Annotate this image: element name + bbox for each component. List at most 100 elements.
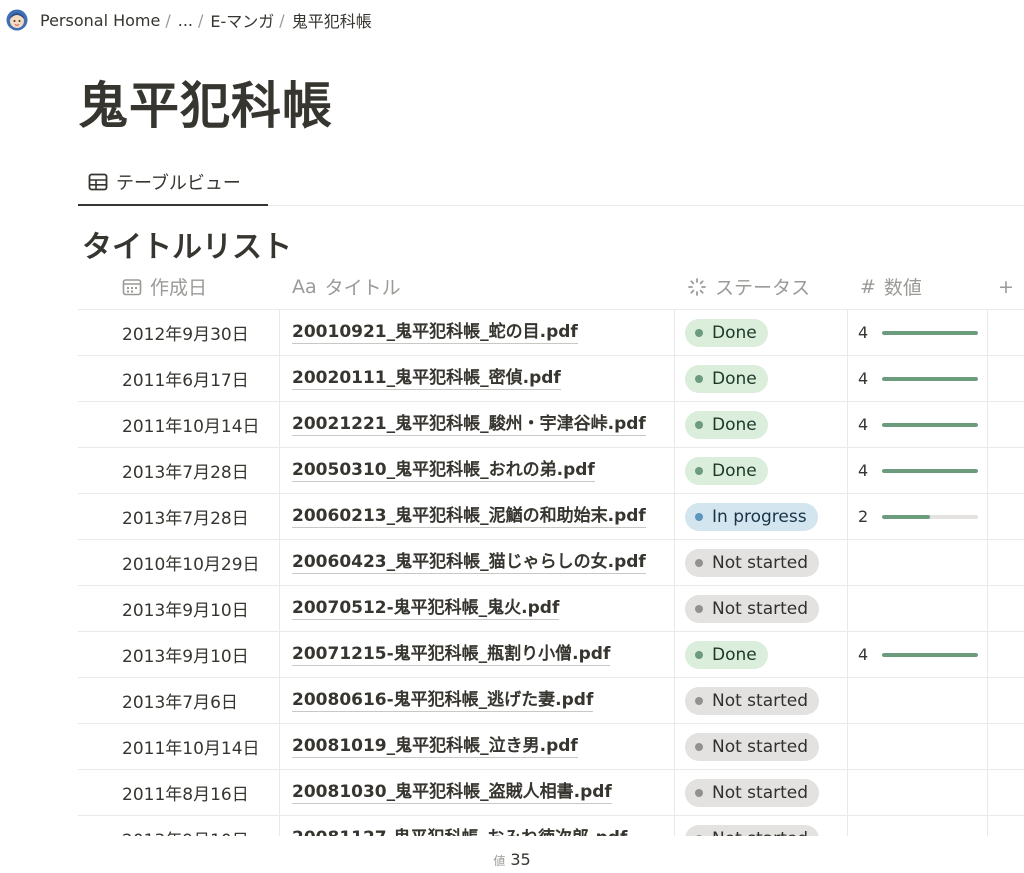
calculation-value: 35: [510, 850, 531, 869]
status-badge[interactable]: Done: [685, 364, 768, 393]
cell-status[interactable]: Not started: [675, 585, 848, 632]
table-row[interactable]: 2013年7月28日 20050310_鬼平犯科帳_おれの弟.pdf Done 4: [78, 447, 1024, 494]
cell-title[interactable]: 20080616-鬼平犯科帳_逃げた妻.pdf: [280, 677, 675, 724]
page-title-link[interactable]: 20071215-鬼平犯科帳_瓶割り小僧.pdf: [292, 643, 611, 666]
number-value: 2: [858, 507, 869, 526]
status-badge[interactable]: Not started: [685, 594, 820, 623]
cell-title[interactable]: 20010921_鬼平犯科帳_蛇の目.pdf: [280, 309, 675, 356]
status-badge[interactable]: Not started: [685, 548, 820, 577]
page-title-link[interactable]: 20060213_鬼平犯科帳_泥鰌の和助始末.pdf: [292, 505, 646, 528]
cell-status[interactable]: Done: [675, 447, 848, 494]
table-row[interactable]: 2011年8月16日 20081030_鬼平犯科帳_盗賊人相書.pdf Not st…: [78, 769, 1024, 816]
cell-empty: [988, 494, 1024, 540]
cell-title[interactable]: 20081019_鬼平犯科帳_泣き男.pdf: [280, 723, 675, 770]
breadcrumb-ellipsis[interactable]: ...: [176, 11, 195, 30]
cell-number[interactable]: 4: [848, 631, 988, 678]
table-header: 作成日 Aa タイトル ステータス # 数値 +: [78, 264, 1024, 310]
cell-number[interactable]: 4: [848, 447, 988, 494]
status-badge[interactable]: Done: [685, 318, 768, 347]
avatar-icon[interactable]: [6, 9, 28, 31]
cell-status[interactable]: Not started: [675, 769, 848, 816]
cell-date[interactable]: 2011年8月16日: [78, 769, 280, 816]
status-badge[interactable]: Done: [685, 410, 768, 439]
add-property-button[interactable]: +: [988, 264, 1024, 310]
page-title-link[interactable]: 20080616-鬼平犯科帳_逃げた妻.pdf: [292, 689, 594, 712]
table-row[interactable]: 2010年10月29日 20060423_鬼平犯科帳_猫じゃらしの女.pdf Not…: [78, 539, 1024, 586]
cell-title[interactable]: 20050310_鬼平犯科帳_おれの弟.pdf: [280, 447, 675, 494]
column-header-number[interactable]: # 数値: [848, 264, 988, 310]
table-row[interactable]: 2011年10月14日 20081019_鬼平犯科帳_泣き男.pdf Not sta…: [78, 723, 1024, 770]
breadcrumb-personal-home[interactable]: Personal Home: [38, 11, 162, 30]
tab-table-view[interactable]: テーブルビュー: [78, 160, 268, 206]
calculation-footer[interactable]: 値 35: [0, 850, 1024, 869]
status-badge[interactable]: Not started: [685, 732, 820, 761]
page-title-link[interactable]: 20081030_鬼平犯科帳_盗賊人相書.pdf: [292, 781, 612, 804]
cell-date[interactable]: 2011年10月14日: [78, 401, 280, 448]
cell-status[interactable]: Not started: [675, 677, 848, 724]
cell-status[interactable]: In progress: [675, 493, 848, 540]
status-badge[interactable]: Not started: [685, 778, 820, 807]
cell-status[interactable]: Done: [675, 631, 848, 678]
table-row[interactable]: 2013年9月10日 20071215-鬼平犯科帳_瓶割り小僧.pdf Done 4: [78, 631, 1024, 678]
page-title-link[interactable]: 20020111_鬼平犯科帳_密偵.pdf: [292, 367, 561, 390]
cell-empty: [988, 724, 1024, 770]
cell-number[interactable]: [848, 585, 988, 632]
page-title-link[interactable]: 20050310_鬼平犯科帳_おれの弟.pdf: [292, 459, 595, 482]
cell-title[interactable]: 20071215-鬼平犯科帳_瓶割り小僧.pdf: [280, 631, 675, 678]
table-row[interactable]: 2013年7月28日 20060213_鬼平犯科帳_泥鰌の和助始末.pdf In p…: [78, 493, 1024, 540]
cell-title[interactable]: 20021221_鬼平犯科帳_駿州・宇津谷峠.pdf: [280, 401, 675, 448]
table-row[interactable]: 2011年10月14日 20021221_鬼平犯科帳_駿州・宇津谷峠.pdf Don…: [78, 401, 1024, 448]
cell-status[interactable]: Not started: [675, 539, 848, 586]
cell-number[interactable]: [848, 769, 988, 816]
cell-status[interactable]: Done: [675, 401, 848, 448]
progress-bar: [882, 652, 978, 657]
database-title[interactable]: タイトルリスト: [82, 222, 292, 266]
table-row[interactable]: 2012年9月30日 20010921_鬼平犯科帳_蛇の目.pdf Done 4: [78, 309, 1024, 356]
status-badge[interactable]: Done: [685, 456, 768, 485]
cell-date[interactable]: 2011年10月14日: [78, 723, 280, 770]
cell-number[interactable]: [848, 677, 988, 724]
cell-date[interactable]: 2011年6月17日: [78, 355, 280, 402]
breadcrumb-e-manga[interactable]: E-マンガ: [208, 8, 276, 32]
cell-date[interactable]: 2012年9月30日: [78, 309, 280, 356]
status-badge[interactable]: Done: [685, 640, 768, 669]
breadcrumb-current-page[interactable]: 鬼平犯科帳: [290, 8, 374, 32]
cell-title[interactable]: 20060423_鬼平犯科帳_猫じゃらしの女.pdf: [280, 539, 675, 586]
cell-date[interactable]: 2013年9月10日: [78, 585, 280, 632]
cell-number[interactable]: 4: [848, 401, 988, 448]
cell-status[interactable]: Done: [675, 309, 848, 356]
column-header-title[interactable]: Aa タイトル: [280, 264, 675, 310]
page-title-link[interactable]: 20070512-鬼平犯科帳_鬼火.pdf: [292, 597, 560, 620]
cell-number[interactable]: [848, 723, 988, 770]
cell-date[interactable]: 2013年9月10日: [78, 631, 280, 678]
page-title-link[interactable]: 20060423_鬼平犯科帳_猫じゃらしの女.pdf: [292, 551, 646, 574]
page-title-link[interactable]: 20021221_鬼平犯科帳_駿州・宇津谷峠.pdf: [292, 413, 646, 436]
page-title-link[interactable]: 20010921_鬼平犯科帳_蛇の目.pdf: [292, 321, 578, 344]
status-label: Not started: [712, 782, 809, 803]
number-value: 4: [858, 645, 869, 664]
cell-number[interactable]: 4: [848, 309, 988, 356]
column-header-date[interactable]: 作成日: [78, 264, 280, 310]
cell-number[interactable]: 4: [848, 355, 988, 402]
table-row[interactable]: 2013年7月6日 20080616-鬼平犯科帳_逃げた妻.pdf Not star…: [78, 677, 1024, 724]
table-row[interactable]: 2011年6月17日 20020111_鬼平犯科帳_密偵.pdf Done 4: [78, 355, 1024, 402]
cell-date[interactable]: 2013年7月6日: [78, 677, 280, 724]
cell-date[interactable]: 2013年7月28日: [78, 493, 280, 540]
breadcrumb-separator: /: [279, 10, 285, 30]
column-header-status[interactable]: ステータス: [675, 264, 848, 310]
cell-number[interactable]: 2: [848, 493, 988, 540]
table-row[interactable]: 2013年9月10日 20070512-鬼平犯科帳_鬼火.pdf Not start…: [78, 585, 1024, 632]
cell-date[interactable]: 2013年7月28日: [78, 447, 280, 494]
cell-title[interactable]: 20081030_鬼平犯科帳_盗賊人相書.pdf: [280, 769, 675, 816]
page-title-link[interactable]: 20081019_鬼平犯科帳_泣き男.pdf: [292, 735, 578, 758]
cell-title[interactable]: 20060213_鬼平犯科帳_泥鰌の和助始末.pdf: [280, 493, 675, 540]
status-badge[interactable]: Not started: [685, 686, 820, 715]
cell-date[interactable]: 2010年10月29日: [78, 539, 280, 586]
page-title[interactable]: 鬼平犯科帳: [78, 66, 333, 138]
cell-title[interactable]: 20070512-鬼平犯科帳_鬼火.pdf: [280, 585, 675, 632]
status-badge[interactable]: In progress: [685, 502, 818, 531]
cell-title[interactable]: 20020111_鬼平犯科帳_密偵.pdf: [280, 355, 675, 402]
cell-status[interactable]: Done: [675, 355, 848, 402]
cell-status[interactable]: Not started: [675, 723, 848, 770]
cell-number[interactable]: [848, 539, 988, 586]
